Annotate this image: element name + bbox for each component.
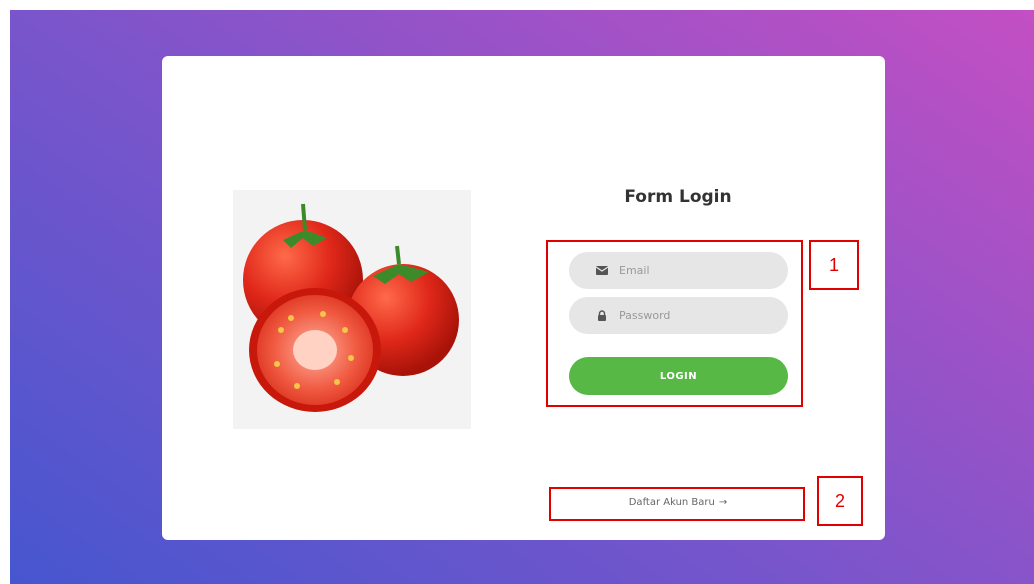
annotation-label-2: 2: [817, 476, 863, 526]
form-title: Form Login: [624, 187, 732, 207]
annotation-box-signup: [549, 487, 805, 521]
annotation-box-form: [546, 240, 803, 407]
annotation-label-1: 1: [809, 240, 859, 290]
tomato-image: [233, 190, 471, 429]
